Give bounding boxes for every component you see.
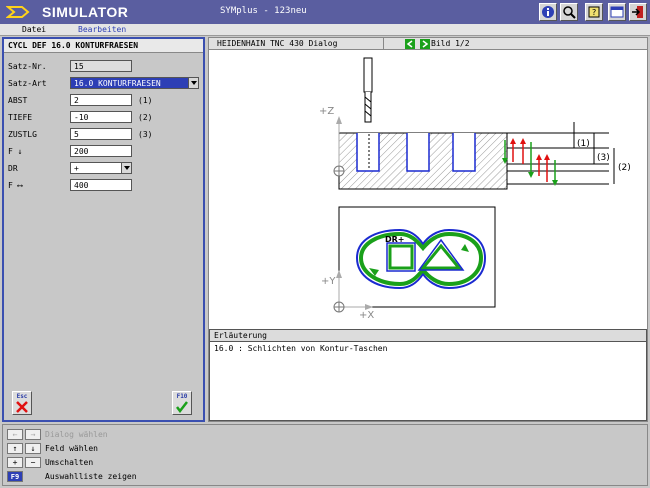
row-f-mill: F ⟷ 400 [8,179,198,193]
help-text-list: Auswahlliste zeigen [45,472,137,481]
menu-bearbeiten[interactable]: Bearbeiten [78,25,126,34]
tiefe-marker: (2) [138,113,153,122]
document-title: SYMplus - 123neu [220,6,307,16]
dim-3-label: (3) [597,153,610,163]
plus-key-icon: + [7,457,23,468]
satz-art-label: Satz-Art [8,79,47,88]
row-tiefe: TIEFE -10 (2) [8,111,198,125]
arrow-right-key-icon: → [25,429,41,440]
dr-value: + [74,164,79,173]
satz-nr-label: Satz-Nr. [8,62,47,71]
row-abst: ABST 2 (1) [8,94,198,108]
exit-icon [632,6,643,18]
arrow-left-key-icon: ← [7,429,23,440]
tiefe-input[interactable]: -10 [70,111,132,123]
abst-label: ABST [8,96,28,105]
row-satz-nr: Satz-Nr. 15 [8,60,198,74]
tiefe-label: TIEFE [8,113,33,122]
dim-1-label: (1) [577,139,590,149]
f9-key-icon: F9 [7,471,23,482]
explanation-text: 16.0 : Schlichten von Kontur-Taschen [214,344,388,353]
chevron-down-icon[interactable] [188,78,198,88]
prev-page-icon[interactable] [405,39,415,49]
app-title: SIMULATOR [42,4,129,20]
cycle-illustration: +Z (1) (2) (3) DR+ +Y +X [319,57,631,321]
help-book-icon: ? [588,6,600,18]
f-plunge-input[interactable]: 200 [70,145,132,157]
satz-nr-field: 15 [70,60,132,72]
zustlg-input[interactable]: 5 [70,128,132,140]
page-nav [405,39,431,52]
f10-confirm-button[interactable]: F10 [172,391,192,415]
f10-key-label: F10 [176,393,188,400]
zustlg-marker: (3) [138,130,153,139]
esc-key-label: Esc [16,393,28,400]
satz-art-select[interactable]: 16.0 KONTURFRAESEN [70,77,199,89]
zustlg-label: ZUSTLG [8,130,37,139]
arrow-down-key-icon: ↓ [25,443,41,454]
f-mill-input[interactable]: 400 [70,179,132,191]
cycle-form-panel: CYCL DEF 16.0 KONTURFRAESEN Satz-Nr. 15 … [2,37,205,422]
checkmark-icon [176,401,188,413]
search-icon [563,6,576,19]
help-button[interactable]: ? [585,3,603,21]
satz-art-value: 16.0 KONTURFRAESEN [74,79,161,88]
key-help-panel: ← → Dialog wählen ↑ ↓ Feld wählen + − Um… [2,424,648,486]
chevron-down-icon[interactable] [121,163,131,173]
dialog-title: HEIDENHAIN TNC 430 Dialog [217,39,338,48]
help-text-field: Feld wählen [45,444,98,453]
app-logo-icon [6,6,30,18]
dialog-header: HEIDENHAIN TNC 430 Dialog Bild 1/2 [209,38,647,50]
info-button[interactable] [539,3,557,21]
pocket-profiles [356,133,476,172]
axis-x-label: +X [359,310,374,321]
dr-select[interactable]: + [70,162,132,174]
title-bar: SIMULATOR SYMplus - 123neu ? [0,0,650,24]
window-icon [610,6,624,18]
search-button[interactable] [560,3,578,21]
help-text-toggle: Umschalten [45,458,94,467]
f-mill-label: F ⟷ [8,181,23,190]
row-f-plunge: F ↓ 200 [8,145,198,159]
page-indicator: Bild 1/2 [431,39,470,48]
explanation-box: Erläuterung 16.0 : Schlichten von Kontur… [209,329,647,421]
next-page-icon[interactable] [420,39,431,49]
dr-direction-label: DR+ [385,235,405,244]
menu-bar: Datei Bearbeiten [0,24,650,36]
abst-input[interactable]: 2 [70,94,132,106]
row-dr: DR + [8,162,198,176]
form-header: CYCL DEF 16.0 KONTURFRAESEN [4,39,203,53]
header-divider [383,38,384,50]
axis-y-label: +Y [321,276,336,287]
help-text-dialog: Dialog wählen [45,430,108,439]
menu-datei[interactable]: Datei [22,25,46,34]
milling-tool-icon [363,57,373,123]
info-icon [542,6,554,18]
row-zustlg: ZUSTLG 5 (3) [8,128,198,142]
explanation-header: Erläuterung [210,330,646,342]
svg-text:?: ? [592,8,596,17]
axis-z-label: +Z [319,106,334,117]
row-satz-art: Satz-Art 16.0 KONTURFRAESEN [8,77,199,91]
abst-marker: (1) [138,96,153,105]
dr-label: DR [8,164,18,173]
window-button[interactable] [608,3,626,21]
dim-2-label: (2) [618,163,631,173]
dialog-panel: HEIDENHAIN TNC 430 Dialog Bild 1/2 +Z (1… [208,37,648,422]
arrow-up-key-icon: ↑ [7,443,23,454]
cancel-x-icon [16,401,28,413]
minus-key-icon: − [25,457,41,468]
esc-button[interactable]: Esc [12,391,32,415]
feed-arrows [502,138,558,186]
exit-button[interactable] [629,3,647,21]
f-plunge-label: F ↓ [8,147,23,156]
